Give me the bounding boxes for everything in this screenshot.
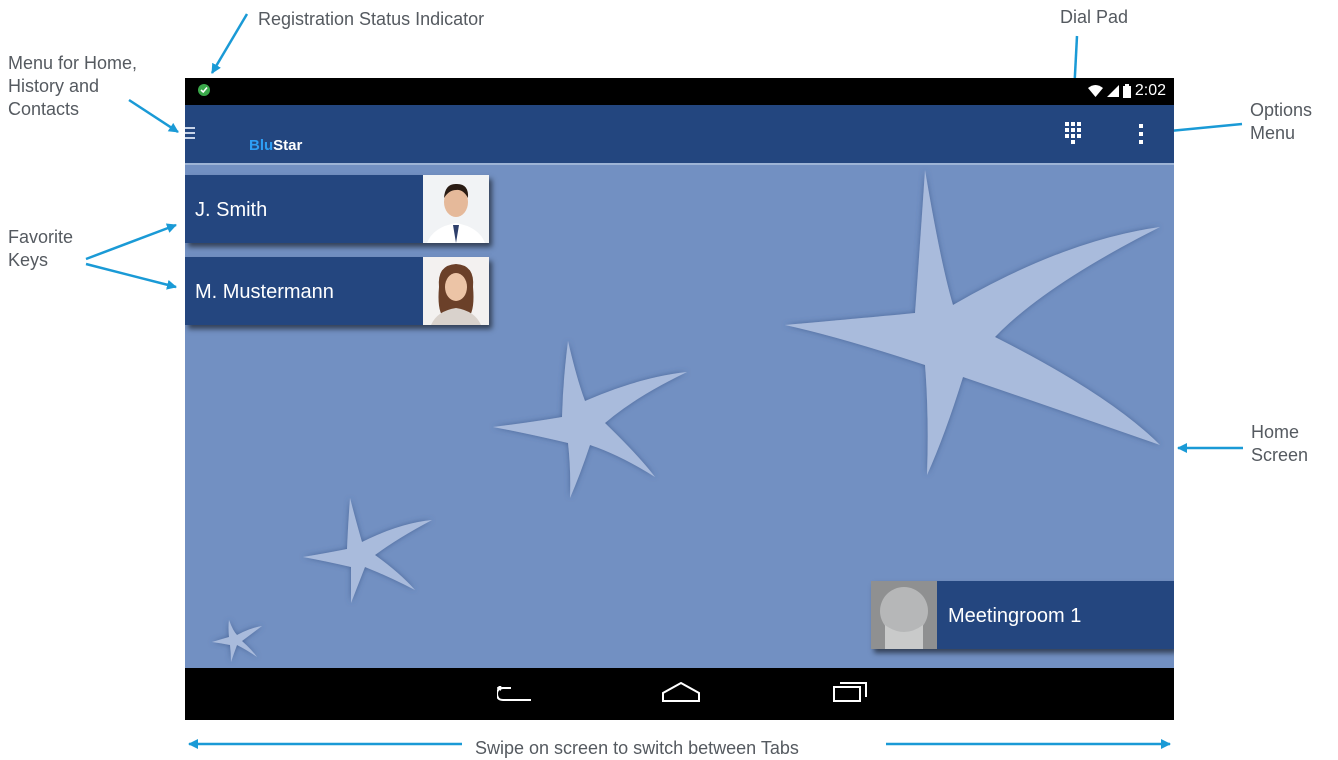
favorite-key-name: M. Mustermann [195, 281, 334, 303]
signal-icon [1106, 85, 1119, 97]
callout-menu: Menu for Home, History and Contacts [8, 52, 137, 121]
status-icons: 2:02 [1087, 81, 1166, 101]
arrow-registration [210, 13, 249, 74]
callout-favorite-line-2: Keys [8, 250, 49, 270]
back-icon[interactable] [497, 686, 533, 702]
callout-menu-line-1: Menu for Home, [8, 53, 138, 73]
callout-dial-pad: Dial Pad [1060, 7, 1129, 27]
overflow-menu-icon[interactable] [1139, 124, 1145, 148]
registration-status-icon [198, 84, 210, 96]
callout-favorite-keys: Favorite Keys [8, 226, 73, 272]
callout-options-line-2: Menu [1250, 123, 1296, 143]
recents-icon[interactable] [833, 680, 867, 702]
home-icon[interactable] [662, 682, 700, 702]
favorite-key-m-mustermann[interactable]: M. Mustermann [185, 257, 489, 325]
callout-favorite-line-1: Favorite [8, 227, 74, 247]
callout-options-menu: Options Menu [1250, 99, 1312, 145]
favorite-key-name: J. Smith [195, 199, 268, 221]
contact-photo [423, 175, 489, 243]
menu-icon[interactable] [185, 127, 195, 141]
logo-text-blu: Blu [249, 137, 274, 154]
action-bar: BluStar [185, 105, 1174, 165]
callout-registration-status: Registration Status Indicator [258, 9, 485, 29]
logo-text-star: Star [273, 137, 303, 154]
avatar-placeholder-icon [871, 581, 937, 649]
arrow-favorite-1 [85, 223, 177, 261]
arrow-favorite-2 [85, 262, 177, 290]
contact-photo [423, 257, 489, 325]
callout-home-line-2: Screen [1251, 445, 1309, 465]
starfish-tiny [212, 620, 262, 662]
battery-icon [1122, 84, 1131, 98]
app-logo: BluStar [249, 137, 302, 154]
starfish-medium [493, 341, 687, 498]
favorite-key-j-smith[interactable]: J. Smith [185, 175, 489, 243]
callout-home-screen: Home Screen [1251, 421, 1308, 467]
callout-menu-line-3: Contacts [8, 99, 80, 119]
starfish-small [303, 498, 432, 603]
callout-home-line-1: Home [1251, 422, 1300, 442]
device-screen: 2:02 BluStar J. Smith M. Mustermann Meet… [185, 78, 1174, 720]
home-screen[interactable]: J. Smith M. Mustermann Meetingroom 1 [185, 165, 1174, 668]
favorite-key-meetingroom-1[interactable]: Meetingroom 1 [871, 581, 1174, 649]
navigation-bar [185, 668, 1174, 720]
favorite-key-name: Meetingroom 1 [948, 605, 1082, 627]
dialpad-icon[interactable] [1065, 122, 1087, 150]
wifi-icon [1087, 85, 1103, 97]
callout-menu-line-2: History and [8, 76, 100, 96]
status-time: 2:02 [1134, 82, 1166, 99]
callout-options-line-1: Options [1250, 100, 1313, 120]
status-bar: 2:02 [185, 78, 1174, 105]
starfish-large [785, 170, 1160, 475]
